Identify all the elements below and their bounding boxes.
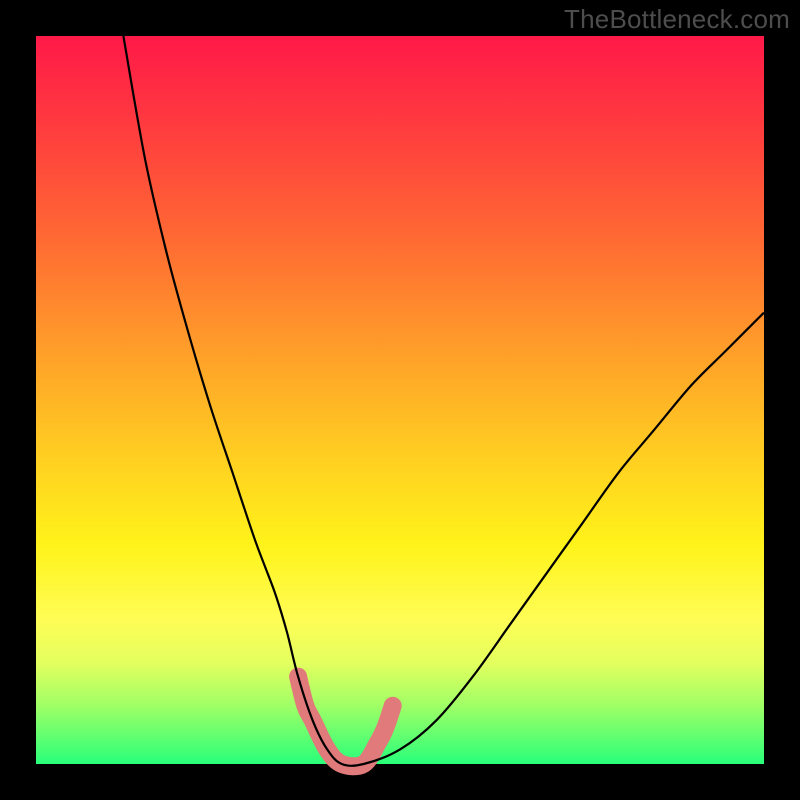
main-curve-path — [123, 36, 764, 766]
plot-area — [36, 36, 764, 764]
chart-frame: TheBottleneck.com — [0, 0, 800, 800]
plot-svg — [36, 36, 764, 764]
watermark-label: TheBottleneck.com — [564, 4, 790, 35]
